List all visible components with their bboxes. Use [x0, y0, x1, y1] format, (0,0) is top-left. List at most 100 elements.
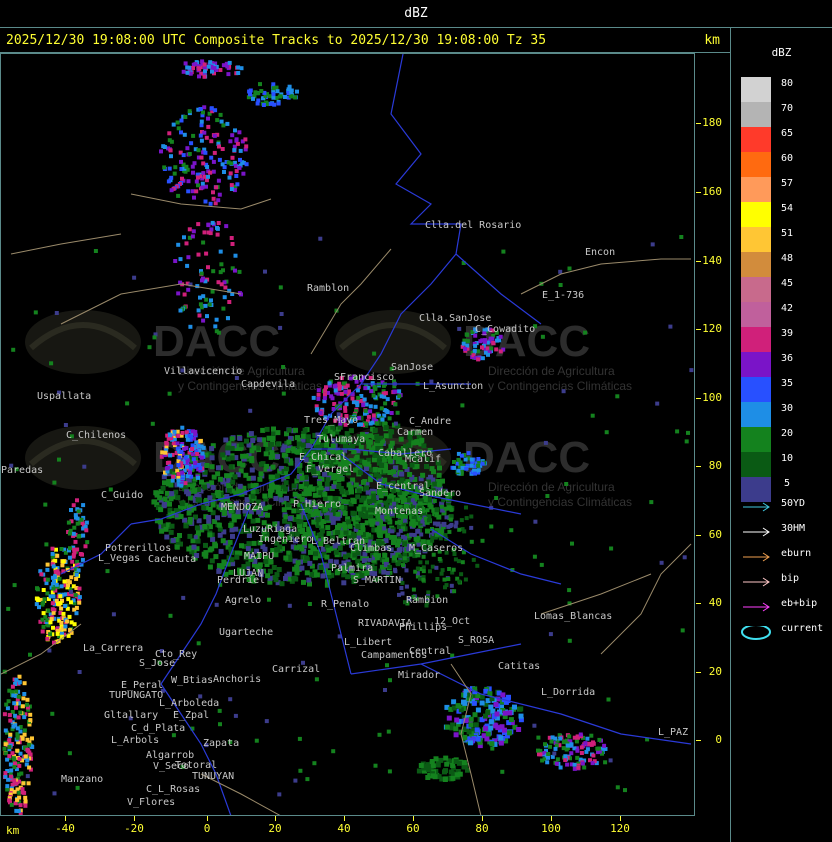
y-tick-label: 100	[702, 391, 722, 404]
place-label: Mirador	[398, 670, 441, 681]
radar-echo	[176, 478, 181, 483]
radar-echo	[443, 755, 449, 761]
radar-echo	[200, 185, 205, 190]
radar-echo	[11, 724, 16, 729]
place-label: M_Caseros	[409, 543, 464, 554]
y-axis: 180 160 140 120 100 80 60 40 20 0	[696, 53, 730, 816]
radar-echo	[567, 638, 572, 643]
radar-echo	[80, 557, 85, 562]
radar-echo	[217, 532, 223, 538]
radar-echo	[219, 119, 224, 124]
track-legend-label: bip	[781, 573, 800, 584]
radar-echo	[489, 741, 495, 747]
track-legend-label: eb+bip	[781, 598, 818, 609]
y-tick-label: 140	[702, 254, 722, 267]
radar-echo	[206, 265, 210, 270]
radar-echo	[23, 803, 28, 808]
radar-echo	[295, 560, 301, 566]
radar-echo	[623, 788, 627, 793]
radar-echo	[229, 527, 235, 533]
radar-echo	[548, 632, 553, 637]
radar-echo	[200, 181, 205, 186]
radar-echo	[41, 611, 46, 616]
radar-echo	[171, 474, 176, 479]
radar-echo	[364, 466, 369, 471]
radar-echo	[433, 756, 439, 762]
radar-echo	[41, 624, 46, 629]
radar-echo	[243, 472, 249, 478]
radar-echo	[208, 60, 213, 65]
radar-echo	[186, 510, 192, 516]
radar-echo	[388, 429, 394, 434]
scale-level-label: 57	[780, 178, 794, 189]
radar-echo	[174, 544, 180, 550]
radar-echo	[324, 554, 330, 560]
radar-echo	[22, 681, 27, 686]
title-bar: 2025/12/30 19:08:00 UTC Composite Tracks…	[0, 29, 730, 53]
boundary-line	[130, 193, 272, 210]
radar-echo	[234, 137, 239, 142]
y-tick: 60	[696, 528, 730, 547]
radar-echo	[169, 139, 174, 144]
radar-echo	[214, 490, 220, 496]
radar-echo	[668, 324, 673, 329]
radar-echo	[207, 506, 213, 512]
radar-echo	[187, 109, 192, 114]
radar-echo	[299, 475, 305, 481]
x-tick-label: -40	[55, 822, 75, 835]
radar-echo	[456, 760, 462, 766]
radar-echo	[324, 481, 330, 487]
radar-echo	[169, 175, 174, 180]
radar-echo	[71, 554, 76, 559]
radar-echo	[469, 525, 474, 530]
radar-echo	[371, 493, 377, 499]
y-tick-label: 180	[702, 116, 722, 129]
radar-echo	[271, 95, 276, 100]
radar-echo	[442, 577, 447, 582]
radar-echo	[16, 694, 21, 699]
radar-echo	[57, 457, 61, 462]
radar-echo	[237, 130, 242, 135]
radar-echo	[284, 466, 290, 472]
radar-echo	[193, 431, 198, 436]
radar-echo	[211, 190, 215, 195]
place-label: C_d_Plata	[131, 723, 186, 734]
radar-echo	[353, 482, 359, 488]
radar-echo	[397, 394, 402, 399]
radar-echo	[283, 576, 288, 581]
radar-echo	[191, 170, 195, 175]
radar-echo	[167, 460, 172, 465]
watermark-subtitle: Dirección de Agricultura	[488, 364, 615, 378]
radar-echo	[233, 128, 237, 133]
place-label: E_1-736	[542, 290, 585, 301]
radar-echo	[367, 557, 372, 562]
radar-echo	[443, 506, 448, 511]
radar-echo	[229, 446, 235, 451]
radar-echo	[198, 438, 203, 443]
radar-echo	[7, 798, 12, 803]
scale-level: 45	[777, 277, 817, 302]
radar-echo	[549, 739, 554, 744]
radar-echo	[58, 594, 63, 599]
radar-echo	[675, 429, 680, 434]
radar-echo	[218, 68, 223, 72]
radar-echo	[293, 576, 299, 582]
scale-level: 48	[777, 252, 817, 277]
radar-echo	[545, 760, 550, 765]
radar-echo	[182, 132, 187, 137]
radar-echo	[269, 441, 275, 447]
radar-echo	[342, 510, 348, 516]
radar-echo	[199, 271, 204, 276]
radar-echo	[6, 777, 11, 782]
radar-echo	[196, 252, 201, 257]
radar-echo	[20, 736, 25, 741]
radar-echo	[51, 610, 56, 615]
y-tick-mark	[696, 740, 701, 741]
radar-echo	[61, 611, 66, 616]
radar-echo	[55, 553, 60, 558]
y-tick: 20	[696, 665, 730, 684]
radar-echo	[168, 496, 174, 502]
radar-map[interactable]: DACC Dirección de Agricultura y Contingenc…	[0, 53, 695, 816]
radar-echo	[388, 678, 392, 683]
radar-echo	[476, 463, 481, 468]
